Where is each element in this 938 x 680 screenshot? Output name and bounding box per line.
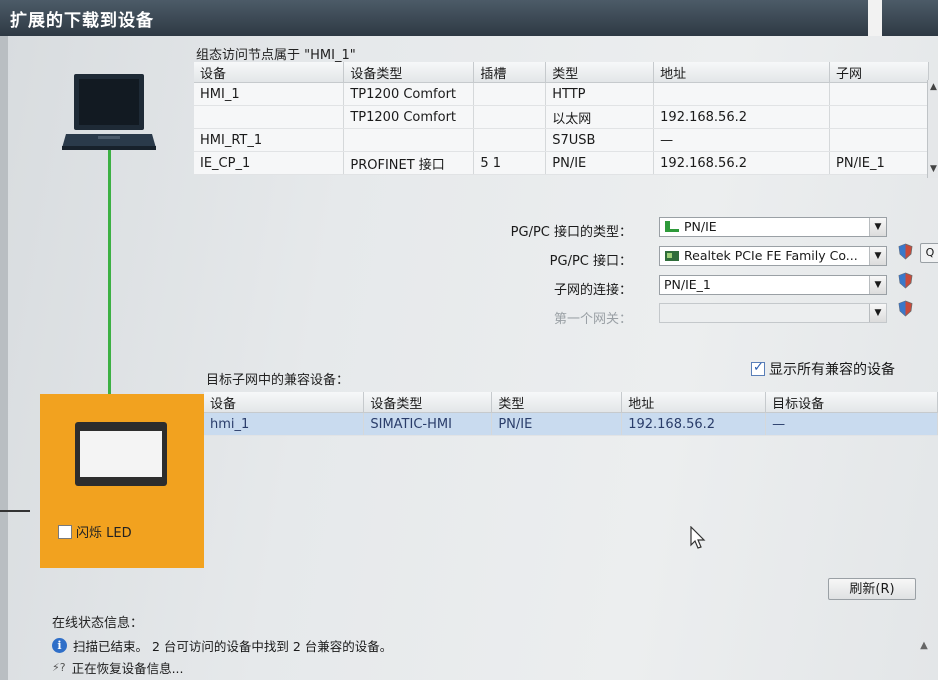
- table-row[interactable]: hmi_1 SIMATIC-HMI PN/IE 192.168.56.2 —: [204, 412, 938, 436]
- access-node-table: 设备 设备类型 插槽 类型 地址 子网 HMI_1 TP1200 Comfort…: [194, 62, 929, 175]
- table-row[interactable]: HMI_RT_1 S7USB —: [194, 128, 929, 152]
- info-icon: i: [52, 638, 67, 653]
- window-title: 扩展的下载到设备: [10, 11, 154, 31]
- cell-target-device: —: [765, 412, 938, 436]
- cell-subnet: [829, 128, 929, 152]
- title-bar-glare: [868, 0, 882, 36]
- cell-type: HTTP: [545, 82, 655, 106]
- cell-device: HMI_1: [194, 82, 345, 106]
- cell-device-type: [343, 128, 475, 152]
- access-table-scrollbar[interactable]: ▲ ▼: [927, 80, 938, 178]
- access-table-caption: 组态访问节点属于 "HMI_1": [196, 48, 356, 63]
- cell-type: 以太网: [545, 105, 655, 129]
- cell-slot: [473, 105, 547, 129]
- cell-device: IE_CP_1: [194, 151, 345, 175]
- compatible-devices-table: 设备 设备类型 类型 地址 目标设备 hmi_1 SIMATIC-HMI PN/…: [204, 392, 938, 436]
- col-address[interactable]: 地址: [621, 392, 767, 413]
- show-all-compatible[interactable]: 显示所有兼容的设备: [751, 359, 895, 379]
- subnet-label: 子网的连接：: [553, 283, 632, 298]
- status-line-1-text: 扫描已结束。 2 台可访问的设备中找到 2 台兼容的设备。: [73, 639, 393, 654]
- compatible-caption: 目标子网中的兼容设备：: [206, 373, 350, 388]
- cell-type: S7USB: [545, 128, 655, 152]
- shield-icon[interactable]: [898, 300, 913, 317]
- col-device-type[interactable]: 设备类型: [363, 392, 493, 413]
- table-row[interactable]: IE_CP_1 PROFINET 接口 5 1 PN/IE 192.168.56…: [194, 151, 929, 175]
- col-device[interactable]: 设备: [204, 392, 365, 413]
- scroll-up-icon[interactable]: ▲: [929, 82, 938, 94]
- chevron-down-icon[interactable]: ▼: [869, 304, 886, 322]
- scroll-down-icon[interactable]: ▼: [929, 164, 938, 176]
- status-line-1: i 扫描已结束。 2 台可访问的设备中找到 2 台兼容的设备。: [52, 636, 392, 655]
- pending-icon: ⚡?: [52, 661, 66, 674]
- pgpc-type-select[interactable]: PN/IE ▼: [659, 217, 887, 237]
- cell-slot: 5 1: [473, 151, 547, 175]
- left-edge: [0, 36, 8, 680]
- flash-led-option[interactable]: 闪烁 LED: [58, 522, 132, 541]
- status-line-2-text: 正在恢复设备信息...: [71, 661, 184, 676]
- mouse-cursor-icon: [690, 526, 706, 549]
- cell-address: —: [653, 128, 831, 152]
- cell-device-type: TP1200 Comfort: [343, 82, 475, 106]
- cell-slot: [473, 128, 547, 152]
- subnet-value: PN/IE_1: [664, 277, 711, 292]
- refresh-button[interactable]: 刷新(R): [828, 578, 916, 600]
- network-card-icon: [665, 251, 679, 261]
- col-target-device[interactable]: 目标设备: [765, 392, 938, 413]
- chevron-down-icon[interactable]: ▼: [869, 247, 886, 265]
- pgpc-interface-label: PG/PC 接口：: [549, 254, 632, 269]
- pgpc-interface-select[interactable]: Realtek PCIe FE Family Co... ▼: [659, 246, 887, 266]
- cell-device-type: TP1200 Comfort: [343, 105, 475, 129]
- pgpc-type-value: PN/IE: [684, 219, 717, 234]
- gateway-label: 第一个网关：: [553, 312, 632, 327]
- col-slot[interactable]: 插槽: [473, 62, 547, 83]
- table-row[interactable]: HMI_1 TP1200 Comfort HTTP: [194, 82, 929, 106]
- flash-led-label: 闪烁 LED: [76, 526, 132, 541]
- cell-type: PN/IE: [545, 151, 655, 175]
- subnet-select[interactable]: PN/IE_1 ▼: [659, 275, 887, 295]
- cell-subnet: [829, 105, 929, 129]
- network-icon: [665, 221, 679, 232]
- col-type[interactable]: 类型: [545, 62, 655, 83]
- pgpc-interface-value: Realtek PCIe FE Family Co...: [684, 248, 858, 263]
- cell-device-type: PROFINET 接口: [343, 151, 475, 175]
- cell-address: 192.168.56.2: [653, 105, 831, 129]
- pc-icon: [62, 74, 156, 150]
- col-device-type[interactable]: 设备类型: [343, 62, 475, 83]
- scroll-up-icon[interactable]: ▲: [914, 640, 934, 660]
- cell-device: [194, 105, 345, 129]
- cell-slot: [473, 82, 547, 106]
- flash-led-checkbox[interactable]: [58, 524, 72, 539]
- cell-device: HMI_RT_1: [194, 128, 345, 152]
- left-divider: [0, 510, 30, 512]
- cell-device: hmi_1: [204, 412, 365, 436]
- col-subnet[interactable]: 子网: [829, 62, 929, 83]
- hmi-device-icon: [75, 422, 167, 486]
- search-icon[interactable]: Q: [920, 243, 938, 263]
- shield-icon[interactable]: [898, 243, 913, 260]
- col-address[interactable]: 地址: [653, 62, 831, 83]
- cell-subnet: PN/IE_1: [829, 151, 929, 175]
- connection-line: [108, 150, 111, 422]
- col-device[interactable]: 设备: [194, 62, 345, 83]
- col-type[interactable]: 类型: [491, 392, 623, 413]
- pgpc-type-label: PG/PC 接口的类型：: [510, 225, 632, 240]
- shield-icon[interactable]: [898, 272, 913, 289]
- cell-address: [653, 82, 831, 106]
- gateway-select[interactable]: ▼: [659, 303, 887, 323]
- status-caption: 在线状态信息：: [52, 616, 144, 631]
- cell-subnet: [829, 82, 929, 106]
- cell-address: 192.168.56.2: [653, 151, 831, 175]
- show-all-label: 显示所有兼容的设备: [769, 362, 895, 378]
- chevron-down-icon[interactable]: ▼: [869, 218, 886, 236]
- chevron-down-icon[interactable]: ▼: [869, 276, 886, 294]
- show-all-checkbox[interactable]: [751, 360, 765, 376]
- cell-device-type: SIMATIC-HMI: [363, 412, 493, 436]
- cell-type: PN/IE: [491, 412, 623, 436]
- title-bar: 扩展的下载到设备: [0, 0, 938, 36]
- cell-address: 192.168.56.2: [621, 412, 767, 436]
- status-line-2: ⚡? 正在恢复设备信息...: [52, 658, 183, 677]
- table-row[interactable]: TP1200 Comfort 以太网 192.168.56.2: [194, 105, 929, 129]
